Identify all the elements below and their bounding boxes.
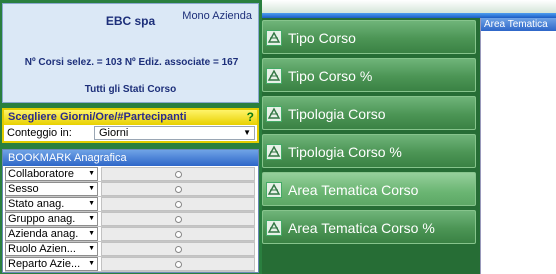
chevron-down-icon: ▼	[88, 215, 95, 222]
chevron-down-icon: ▼	[88, 185, 95, 192]
bookmark-select[interactable]: Collaboratore ▼	[5, 167, 98, 181]
conteggio-select[interactable]: Giorni ▼	[94, 126, 255, 140]
bookmark-select-label: Gruppo anag.	[8, 213, 76, 225]
slider-handle[interactable]	[175, 261, 182, 268]
bookmark-row: Collaboratore ▼	[5, 167, 255, 182]
slider-handle[interactable]	[175, 246, 182, 253]
bookmark-row: Reparto Azie... ▼	[5, 257, 255, 272]
bookmark-slider[interactable]	[101, 212, 255, 226]
menu-item-tipologia-corso[interactable]: Tipologia Corso	[262, 96, 476, 130]
ruler-icon	[266, 30, 282, 46]
bookmark-select-label: Azienda anag.	[8, 228, 79, 240]
area-tematica-title: Area Tematica	[481, 18, 556, 31]
bookmark-select[interactable]: Azienda anag. ▼	[5, 227, 98, 241]
menu-item-label: Tipo Corso	[288, 30, 356, 46]
menu-item-label: Area Tematica Corso %	[288, 220, 435, 236]
bookmark-anagrafica-panel: BOOKMARK Anagrafica Collaboratore ▼ Sesso…	[2, 149, 259, 273]
bookmark-select[interactable]: Stato anag. ▼	[5, 197, 98, 211]
bookmark-row: Stato anag. ▼	[5, 197, 255, 212]
menu-item-label: Tipologia Corso %	[288, 144, 402, 160]
menu-item-label: Tipo Corso %	[288, 68, 373, 84]
bookmark-row: Azienda anag. ▼	[5, 227, 255, 242]
slider-handle[interactable]	[175, 201, 182, 208]
menu-item-tipo-corso[interactable]: Tipo Corso	[262, 20, 476, 54]
bookmark-slider[interactable]	[101, 242, 255, 256]
slider-handle[interactable]	[175, 186, 182, 193]
info-panel: EBC spa Mono Azienda Nº Corsi selez. = 1…	[2, 3, 259, 103]
stati-label: Tutti gli Stati Corso	[84, 84, 177, 95]
conteggio-label: Conteggio in:	[7, 127, 72, 139]
menu-item-tipologia-corso-percent[interactable]: Tipologia Corso %	[262, 134, 476, 168]
chevron-down-icon: ▼	[88, 170, 95, 177]
chevron-down-icon: ▼	[88, 245, 95, 252]
bookmark-row: Gruppo anag. ▼	[5, 212, 255, 227]
menu-item-area-tematica-corso-percent[interactable]: Area Tematica Corso %	[262, 210, 476, 244]
area-tematica-panel: Area Tematica	[480, 18, 556, 274]
bookmark-row: Ruolo Azien... ▼	[5, 242, 255, 257]
bookmark-slider[interactable]	[101, 167, 255, 181]
menu-item-tipo-corso-percent[interactable]: Tipo Corso %	[262, 58, 476, 92]
mode-label: Mono Azienda	[182, 10, 252, 22]
chevron-down-icon: ▼	[88, 200, 95, 207]
bookmark-select[interactable]: Ruolo Azien... ▼	[5, 242, 98, 256]
ruler-icon	[266, 182, 282, 198]
top-bar	[262, 0, 556, 13]
menu-item-label: Tipologia Corso	[288, 106, 386, 122]
bookmark-select[interactable]: Sesso ▼	[5, 182, 98, 196]
conteggio-value: Giorni	[99, 127, 129, 139]
ruler-icon	[266, 220, 282, 236]
slider-handle[interactable]	[175, 231, 182, 238]
counts-summary: Nº Corsi selez. = 103 Nº Ediz. associate…	[24, 57, 239, 68]
slider-handle[interactable]	[175, 171, 182, 178]
ruler-icon	[266, 144, 282, 160]
bookmark-slider[interactable]	[101, 257, 255, 271]
bookmark-select[interactable]: Gruppo anag. ▼	[5, 212, 98, 226]
bookmark-select-label: Collaboratore	[8, 168, 75, 180]
bookmark-select[interactable]: Reparto Azie... ▼	[5, 257, 98, 271]
bookmark-slider[interactable]	[101, 227, 255, 241]
chevron-down-icon: ▼	[243, 128, 251, 137]
slider-handle[interactable]	[175, 216, 182, 223]
bookmark-select-label: Sesso	[8, 183, 39, 195]
help-icon[interactable]: ?	[247, 110, 254, 125]
menu-item-area-tematica-corso[interactable]: Area Tematica Corso	[262, 172, 476, 206]
left-panel: EBC spa Mono Azienda Nº Corsi selez. = 1…	[0, 0, 262, 274]
chevron-down-icon: ▼	[88, 260, 95, 267]
giorni-panel: Scegliere Giorni/Ore/#Partecipanti ? Con…	[2, 108, 259, 143]
bookmark-row: Sesso ▼	[5, 182, 255, 197]
menu-item-label: Area Tematica Corso	[288, 182, 419, 198]
bookmark-select-label: Stato anag.	[8, 198, 65, 210]
ruler-icon	[266, 68, 282, 84]
report-menu-area: Tipo Corso Tipo Corso % Tipologia Corso …	[262, 18, 556, 274]
bookmark-select-label: Reparto Azie...	[8, 258, 81, 270]
bookmark-select-label: Ruolo Azien...	[8, 243, 76, 255]
ruler-icon	[266, 106, 282, 122]
bookmark-title: BOOKMARK Anagrafica	[3, 150, 258, 166]
bookmark-slider[interactable]	[101, 197, 255, 211]
bookmark-slider[interactable]	[101, 182, 255, 196]
giorni-panel-title: Scegliere Giorni/Ore/#Partecipanti	[4, 110, 257, 125]
chevron-down-icon: ▼	[88, 230, 95, 237]
